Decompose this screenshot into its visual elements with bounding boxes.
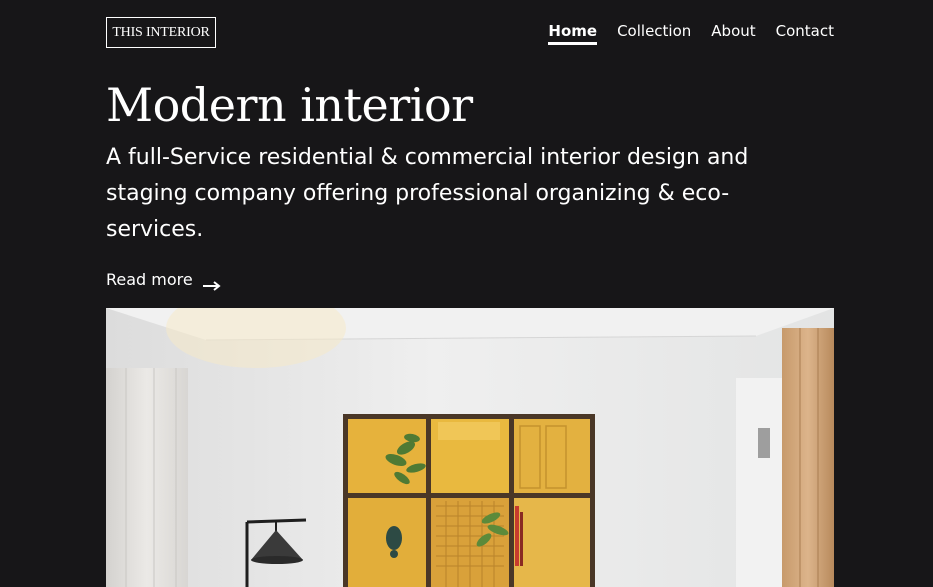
hero-title: Modern interior <box>106 78 473 132</box>
hero-subtitle: A full-Service residential & commercial … <box>106 145 749 242</box>
main-nav: Home Collection About Contact <box>548 20 834 45</box>
read-more-label: Read more <box>106 270 193 289</box>
arrow-right-icon <box>202 275 221 291</box>
read-more-link[interactable]: Read more <box>106 269 221 291</box>
nav-item-about[interactable]: About <box>711 20 755 45</box>
logo[interactable]: THIS INTERIOR <box>106 17 216 48</box>
nav-item-home[interactable]: Home <box>548 20 598 45</box>
hero-image <box>106 308 834 587</box>
room-illustration <box>106 308 834 587</box>
page: THIS INTERIOR Home Collection About Cont… <box>0 0 933 587</box>
nav-item-contact[interactable]: Contact <box>776 20 834 45</box>
nav-item-collection[interactable]: Collection <box>617 20 691 45</box>
